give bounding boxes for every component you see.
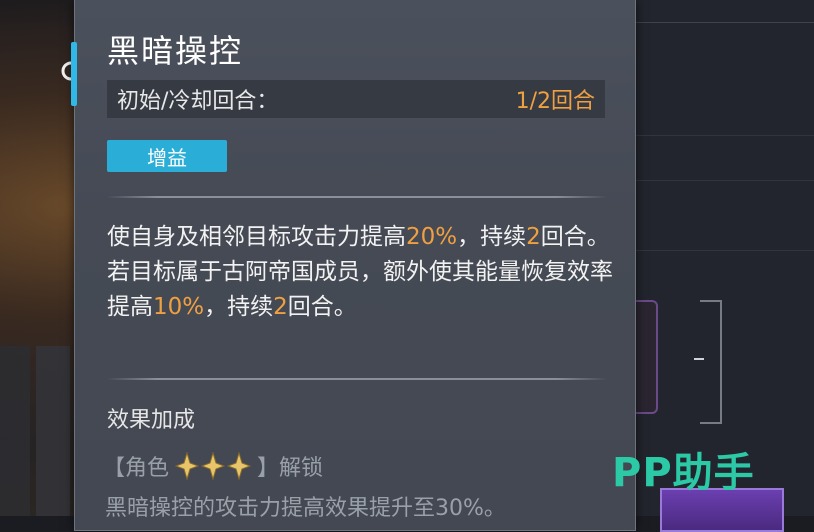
desc-value: 2: [273, 294, 288, 320]
desc-text: 使自身及相邻目标攻击力提高: [107, 224, 406, 250]
slot-bracket: [700, 300, 722, 424]
star-icon: [175, 452, 200, 480]
unlock-suffix: 】解锁: [257, 456, 324, 481]
divider: [107, 378, 607, 380]
city-silhouette: [0, 346, 80, 516]
divider: [107, 196, 607, 198]
cooldown-value: 1/2回合: [515, 89, 595, 114]
desc-value: 20%: [406, 224, 458, 250]
star-icon: [227, 452, 252, 480]
unlock-prefix: 【角色: [103, 456, 170, 481]
effect-bonus-title: 效果加成: [107, 408, 196, 433]
star-icon: [201, 452, 226, 480]
bonus-description: 黑暗操控的攻击力提高效果提升至30%。: [105, 496, 506, 521]
skill-type-tag: 增益: [107, 140, 227, 172]
cooldown-label: 初始/冷却回合：: [117, 89, 279, 114]
slot-dash: [694, 358, 704, 360]
skill-name: 黑暗操控: [107, 32, 244, 70]
watermark-logo: PP助手: [612, 450, 755, 496]
stat-row-divider: [636, 250, 814, 251]
cooldown-row: 初始/冷却回合： 1/2回合: [107, 80, 605, 118]
character-info-panel: [636, 0, 814, 516]
desc-text: 回合。: [287, 294, 357, 320]
skill-description: 使自身及相邻目标攻击力提高20%，持续2回合。若目标属于古阿帝国成员，额外使其能…: [107, 220, 617, 325]
panel-divider: [636, 22, 814, 23]
desc-value: 2: [526, 224, 541, 250]
unlock-condition: 【角色 】解锁: [103, 450, 323, 482]
stat-row-divider: [636, 180, 814, 181]
desc-value: 10%: [153, 294, 205, 320]
tooltip-accent-bar: [71, 42, 77, 106]
skill-tooltip: 黑暗操控 初始/冷却回合： 1/2回合 增益 使自身及相邻目标攻击力提高20%，…: [71, 0, 636, 531]
desc-text: ，持续: [204, 294, 274, 320]
desc-text: ，持续: [457, 224, 527, 250]
stat-row-divider: [636, 135, 814, 136]
star-rating: [175, 452, 252, 480]
